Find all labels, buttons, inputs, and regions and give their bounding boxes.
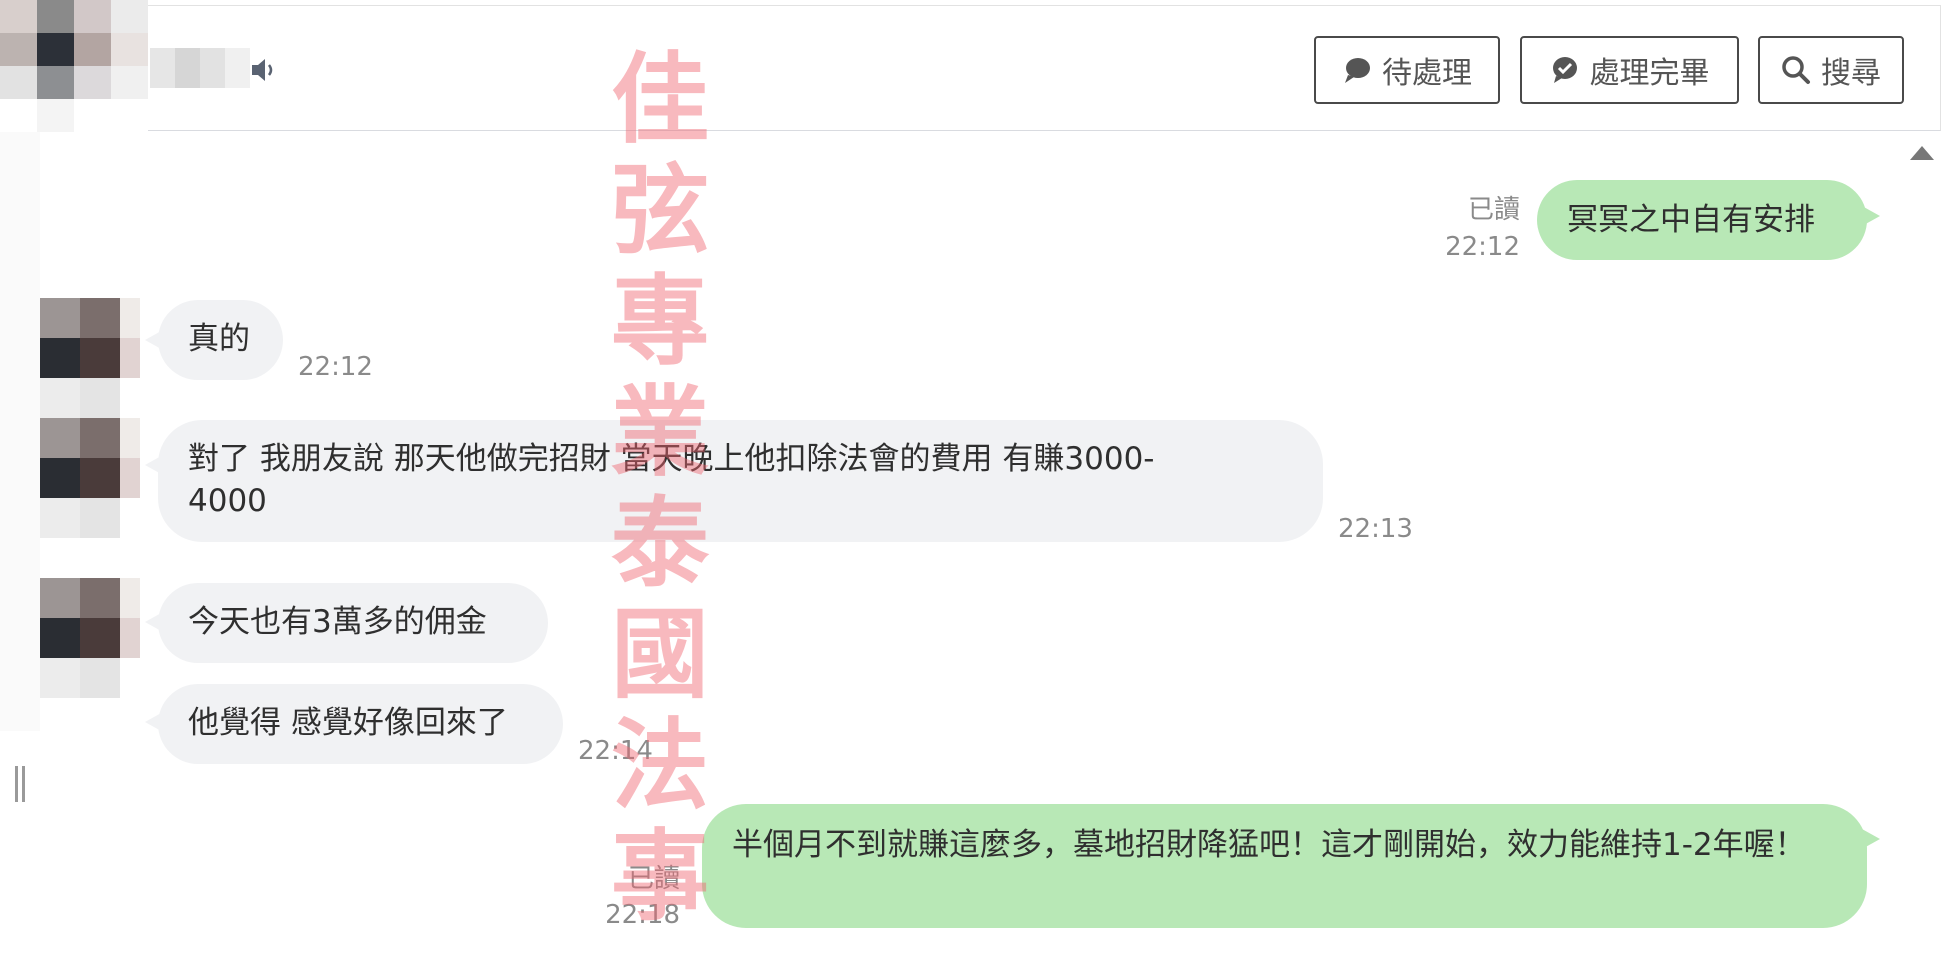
message-text: 真的 [188, 321, 250, 357]
message-time: 22:12 [1445, 232, 1520, 262]
speaker-icon[interactable] [250, 55, 278, 85]
bubble-tail [1862, 829, 1880, 849]
done-button-label: 處理完畢 [1589, 56, 1710, 91]
left-panel-edge [0, 131, 40, 731]
sender-avatar[interactable] [40, 418, 140, 538]
watermark-char: 弦 [610, 154, 709, 268]
message-text: 冥冥之中自有安排 [1567, 202, 1815, 238]
done-button[interactable]: 處理完畢 [1520, 36, 1739, 104]
message-time: 22:14 [578, 736, 653, 766]
message-bubble-incoming[interactable]: 他覺得 感覺好像回來了 [158, 684, 563, 764]
pending-button-label: 待處理 [1382, 56, 1472, 91]
message-bubble-incoming[interactable]: 今天也有3萬多的佣金 [158, 583, 548, 663]
message-text: 今天也有3萬多的佣金 [188, 604, 487, 640]
message-bubble-incoming[interactable]: 真的 [158, 300, 283, 380]
sender-avatar[interactable] [40, 578, 140, 698]
check-bubble-icon [1552, 57, 1577, 83]
read-receipt: 已讀 [1467, 195, 1520, 225]
sender-avatar[interactable] [40, 298, 140, 418]
message-time: 22:18 [605, 900, 680, 930]
message-bubble-outgoing[interactable]: 冥冥之中自有安排 [1537, 180, 1867, 260]
watermark-char: 國 [610, 598, 709, 712]
message-time: 22:12 [298, 352, 373, 382]
watermark-char: 專 [610, 265, 709, 379]
message-text: 對了 我朋友說 那天他做完招財 當天晚上他扣除法會的費用 有賺3000-4000 [188, 441, 1155, 519]
resize-handle-icon[interactable] [15, 766, 27, 802]
message-time: 22:13 [1338, 514, 1413, 544]
search-button[interactable]: 搜尋 [1758, 36, 1904, 104]
bubble-tail [1862, 206, 1880, 226]
message-text: 半個月不到就賺這麼多，墓地招財降猛吧！這才剛開始，效力能維持1-2年喔！ [732, 827, 1806, 863]
chat-header: 待處理 處理完畢 搜尋 [0, 5, 1941, 131]
scroll-up-arrow-icon[interactable] [1910, 146, 1934, 160]
chat-bubble-icon [1345, 58, 1370, 83]
message-text: 他覺得 感覺好像回來了 [188, 705, 508, 741]
message-bubble-incoming[interactable]: 對了 我朋友說 那天他做完招財 當天晚上他扣除法會的費用 有賺3000-4000 [158, 420, 1323, 542]
search-button-label: 搜尋 [1821, 56, 1881, 91]
contact-avatar[interactable] [0, 0, 148, 132]
search-icon [1782, 56, 1810, 84]
message-bubble-outgoing[interactable]: 半個月不到就賺這麼多，墓地招財降猛吧！這才剛開始，效力能維持1-2年喔！ [702, 804, 1867, 928]
contact-name-redacted [150, 48, 250, 88]
pending-button[interactable]: 待處理 [1314, 36, 1500, 104]
read-receipt: 已讀 [627, 864, 680, 894]
